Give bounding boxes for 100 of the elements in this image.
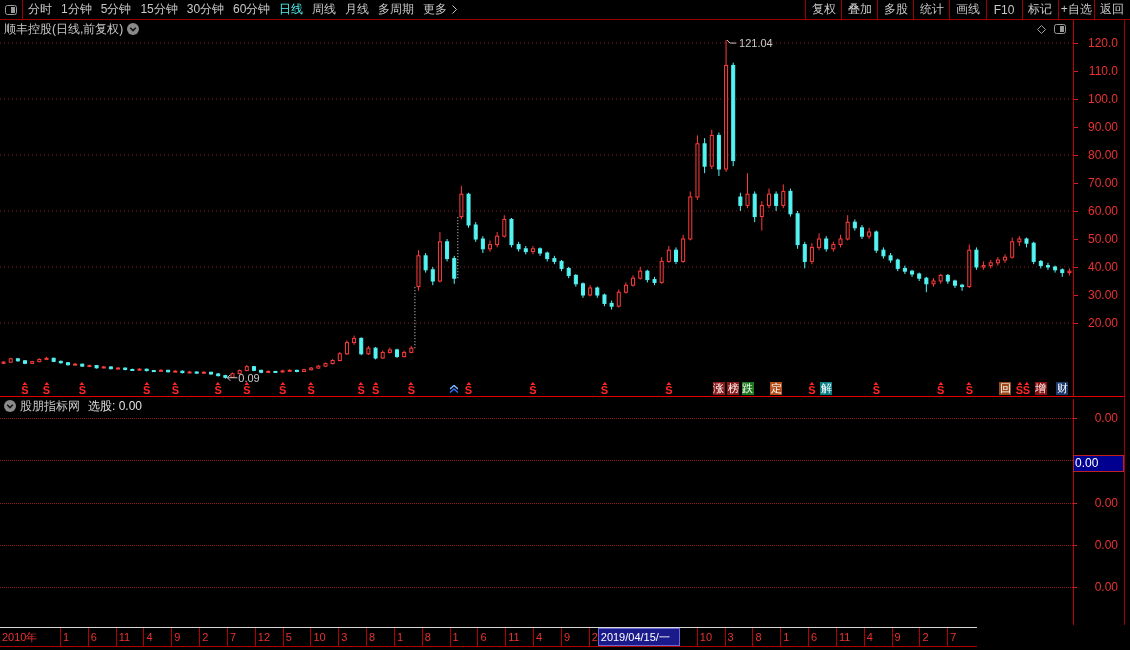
candle	[852, 218, 857, 232]
period-tab[interactable]: 1分钟	[61, 1, 92, 18]
candle	[1024, 237, 1029, 248]
toolbar-button[interactable]: F10	[985, 0, 1022, 19]
chevron-right-icon	[452, 5, 458, 14]
event-tag[interactable]: 定	[770, 382, 783, 395]
candle	[652, 276, 657, 286]
event-tag[interactable]: 增	[1034, 382, 1047, 395]
chevron-circle-icon[interactable]	[127, 23, 140, 35]
candle	[201, 370, 206, 375]
candle	[123, 367, 128, 371]
candle	[330, 358, 335, 365]
period-tab[interactable]: 30分钟	[186, 1, 225, 18]
cursor-value-label: 0.00	[1073, 455, 1124, 473]
caret-icon	[44, 382, 49, 385]
signal-label: S	[1022, 385, 1031, 395]
toolbar-button[interactable]: 画线	[949, 0, 986, 19]
panel-toggle-icon[interactable]	[1054, 24, 1066, 34]
candle	[137, 367, 142, 372]
candle	[8, 357, 13, 364]
candle	[738, 192, 743, 212]
period-tab[interactable]: 多周期	[378, 1, 415, 18]
signal-label: S	[965, 385, 973, 395]
caret-icon	[358, 382, 364, 385]
time-axis-label: 2010年	[1, 630, 39, 645]
candle	[87, 363, 92, 368]
candle	[108, 365, 113, 370]
candle	[502, 214, 507, 239]
toolbar-button[interactable]: 复权	[805, 0, 842, 19]
candle	[473, 221, 478, 243]
candle	[988, 259, 993, 269]
candle	[488, 239, 492, 253]
candle	[817, 232, 822, 251]
candle	[659, 256, 664, 285]
signal-label: S	[1015, 385, 1024, 395]
candle	[294, 369, 299, 373]
period-tab[interactable]: 分时	[28, 1, 52, 18]
candle	[1038, 259, 1043, 269]
candle	[1045, 262, 1050, 271]
signal-label: S	[357, 385, 365, 395]
toolbar-button[interactable]: 返回	[1093, 0, 1130, 19]
candle	[967, 244, 972, 289]
candle	[545, 251, 550, 262]
candle	[774, 190, 779, 212]
period-tab[interactable]: 月线	[345, 1, 370, 18]
signal-label: S	[142, 385, 151, 395]
price-annotation: 121.04	[726, 37, 773, 50]
event-tag[interactable]: 涨	[712, 382, 725, 395]
candle	[366, 345, 371, 356]
candle	[344, 339, 349, 356]
toolbar-button[interactable]: 统计	[913, 0, 950, 19]
caret-icon	[280, 382, 286, 385]
diamond-icon[interactable]	[1037, 24, 1046, 34]
period-tab[interactable]: 日线	[279, 1, 304, 18]
candle	[80, 363, 85, 368]
caret-icon	[79, 382, 85, 385]
candle	[158, 368, 163, 373]
signal-label: S	[937, 385, 945, 395]
period-tab[interactable]: 更多	[423, 1, 458, 18]
axis-label: 50.00	[1087, 232, 1118, 246]
candle	[459, 185, 464, 220]
caret-icon	[215, 382, 221, 385]
candle	[287, 368, 292, 372]
candle	[530, 245, 535, 255]
event-tag[interactable]: 跌	[741, 382, 754, 395]
time-axis-label: 7	[226, 628, 255, 646]
candle	[116, 366, 121, 370]
axis-label: 20.00	[1087, 316, 1118, 330]
time-axis-label: 7	[947, 628, 976, 646]
toolbar-button[interactable]: 标记	[1021, 0, 1058, 19]
toolbar-button[interactable]: 叠加	[841, 0, 878, 19]
period-tab[interactable]: 5分钟	[100, 1, 132, 18]
candle	[595, 286, 600, 299]
candle	[65, 361, 70, 367]
candle	[516, 241, 521, 253]
candle	[666, 245, 671, 264]
toolbar-button[interactable]: +自选	[1057, 0, 1094, 19]
signal-label: S	[42, 385, 51, 395]
period-tab[interactable]: 周线	[312, 1, 337, 18]
toolbar-button[interactable]: 多股	[877, 0, 914, 19]
event-tag[interactable]: 财	[1056, 382, 1069, 395]
caret-icon	[22, 382, 28, 385]
picture-gap-connector	[457, 216, 459, 279]
period-tab[interactable]: 15分钟	[140, 1, 178, 18]
signal-label: S	[21, 385, 29, 395]
candle	[259, 369, 264, 374]
candle	[409, 345, 414, 354]
candle	[860, 224, 864, 240]
event-tag[interactable]: 回	[999, 382, 1011, 395]
annotation: 121.04	[739, 37, 773, 50]
candle	[709, 129, 714, 170]
event-tag[interactable]: 榜	[727, 382, 740, 395]
chevron-circle-icon[interactable]	[4, 400, 16, 412]
period-tab[interactable]: 60分钟	[233, 1, 271, 18]
axis-label: 60.00	[1087, 204, 1118, 218]
axis-label: 90.00	[1087, 120, 1118, 134]
candle	[759, 200, 764, 232]
event-tag[interactable]: 解	[820, 382, 833, 395]
time-axis-label: 1	[393, 628, 422, 646]
candle	[509, 217, 514, 248]
